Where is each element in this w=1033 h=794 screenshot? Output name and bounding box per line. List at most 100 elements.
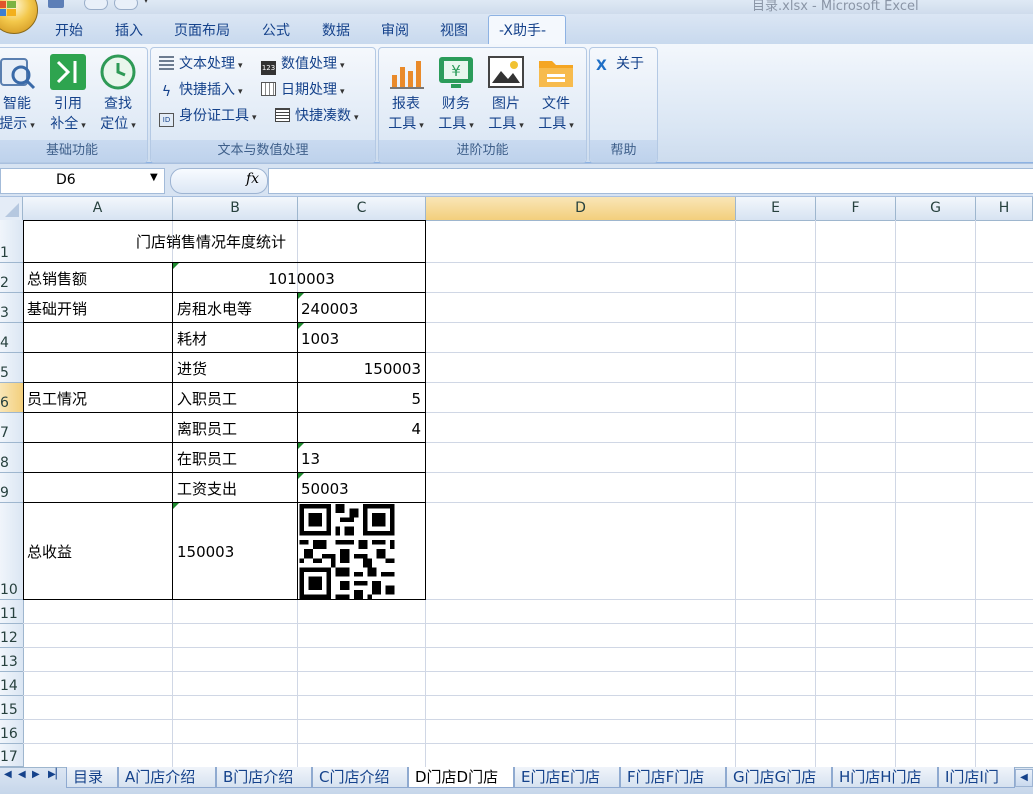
find-locate-button[interactable]: 查找 定位 ▾ bbox=[88, 94, 148, 136]
tab-insert[interactable]: 插入 bbox=[115, 20, 143, 40]
qat-dropdown-icon[interactable]: ▾ bbox=[144, 0, 152, 8]
about-button[interactable]: X 关于 bbox=[596, 53, 644, 73]
id-card-tool-button[interactable]: ID 身份证工具 ▾ bbox=[159, 105, 257, 127]
row-header-16[interactable]: 16 bbox=[0, 720, 23, 744]
next-sheet-icon[interactable]: ▶ bbox=[32, 769, 40, 780]
sheet-tab-index[interactable]: 目录 bbox=[66, 767, 118, 788]
column-header-g[interactable]: G bbox=[896, 197, 976, 220]
formula-input[interactable] bbox=[268, 168, 1033, 194]
text-process-button[interactable]: 文本处理 ▾ bbox=[159, 53, 243, 73]
tab-formulas[interactable]: 公式 bbox=[262, 20, 290, 40]
office-logo-icon bbox=[0, 1, 17, 17]
select-all-button[interactable] bbox=[0, 197, 23, 220]
row-header-17[interactable]: 17 bbox=[0, 744, 23, 767]
column-header-a[interactable]: A bbox=[23, 197, 173, 220]
sheet-tab-f[interactable]: F门店F门店 bbox=[620, 767, 726, 788]
group-title-basic: 基础功能 bbox=[0, 140, 147, 162]
date-process-button[interactable]: 日期处理 ▾ bbox=[261, 79, 345, 99]
file-tool-button[interactable]: 文件 工具 ▾ bbox=[526, 94, 586, 136]
sheet-tab-e[interactable]: E门店E门店 bbox=[514, 767, 620, 788]
qr-code-image[interactable] bbox=[299, 504, 395, 599]
row-header-3[interactable]: 3 bbox=[0, 293, 23, 323]
cell-c8[interactable]: 13 bbox=[301, 450, 320, 468]
cell-c7[interactable]: 4 bbox=[411, 420, 421, 438]
quick-insert-button[interactable]: ϟ 快捷插入 ▾ bbox=[159, 79, 243, 99]
svg-text:¥: ¥ bbox=[451, 62, 461, 80]
prev-sheet-icon[interactable]: ◀ bbox=[18, 769, 26, 780]
tab-x-assistant[interactable]: -X助手- bbox=[499, 20, 546, 40]
row-header-15[interactable]: 15 bbox=[0, 696, 23, 720]
sheet-tab-d-active[interactable]: D门店D门店 bbox=[408, 767, 514, 788]
cell-a10[interactable]: 总收益 bbox=[27, 543, 72, 561]
cell-a1-title[interactable]: 门店销售情况年度统计 bbox=[136, 233, 286, 251]
row-header-11[interactable]: 11 bbox=[0, 600, 23, 624]
sheet-tab-i[interactable]: I门店I门 bbox=[938, 767, 1015, 788]
row-header-7[interactable]: 7 bbox=[0, 413, 23, 443]
save-icon[interactable] bbox=[48, 0, 64, 8]
cell-b5[interactable]: 进货 bbox=[177, 360, 207, 378]
column-header-d[interactable]: D bbox=[426, 197, 736, 220]
insert-function-icon[interactable]: fx bbox=[246, 171, 259, 187]
cell-a2[interactable]: 总销售额 bbox=[27, 270, 87, 288]
row-header-1[interactable]: 1 bbox=[0, 220, 23, 263]
tab-view[interactable]: 视图 bbox=[440, 20, 468, 40]
lightning-icon: ϟ bbox=[161, 84, 172, 100]
column-header-c[interactable]: C bbox=[298, 197, 426, 220]
cell-b6[interactable]: 入职员工 bbox=[177, 390, 237, 408]
tab-home[interactable]: 开始 bbox=[55, 20, 83, 40]
row-header-10[interactable]: 10 bbox=[0, 503, 23, 600]
cell-b8[interactable]: 在职员工 bbox=[177, 450, 237, 468]
cell-c3[interactable]: 240003 bbox=[301, 300, 358, 318]
cell-b3[interactable]: 房租水电等 bbox=[177, 300, 252, 318]
tab-page-layout[interactable]: 页面布局 bbox=[174, 20, 230, 40]
cell-b9[interactable]: 工资支出 bbox=[177, 480, 237, 498]
sheet-tab-a[interactable]: A门店介绍 bbox=[118, 767, 216, 788]
name-box[interactable] bbox=[0, 168, 165, 194]
last-sheet-icon[interactable]: ▶▏ bbox=[48, 769, 63, 780]
cell-c6[interactable]: 5 bbox=[411, 390, 421, 408]
tab-data[interactable]: 数据 bbox=[322, 20, 350, 40]
row-header-12[interactable]: 12 bbox=[0, 624, 23, 648]
folder-icon bbox=[539, 61, 573, 87]
first-sheet-icon[interactable]: ◀ bbox=[4, 769, 12, 780]
yen-monitor-icon: ¥ bbox=[439, 57, 473, 88]
row-header-5[interactable]: 5 bbox=[0, 353, 23, 383]
number-process-button[interactable]: 123 数值处理 ▾ bbox=[261, 53, 345, 75]
name-box-value: D6 bbox=[56, 172, 76, 188]
undo-icon[interactable] bbox=[84, 0, 108, 10]
row-header-9[interactable]: 9 bbox=[0, 473, 23, 503]
cell-b7[interactable]: 离职员工 bbox=[177, 420, 237, 438]
cell-c5[interactable]: 150003 bbox=[364, 360, 421, 378]
sheet-tab-g[interactable]: G门店G门店 bbox=[726, 767, 832, 788]
sheet-tab-h[interactable]: H门店H门店 bbox=[832, 767, 938, 788]
quick-sum-button[interactable]: 快捷凑数 ▾ bbox=[275, 105, 359, 125]
group-help: X 关于 帮助 bbox=[589, 47, 658, 163]
cell-b10[interactable]: 150003 bbox=[177, 543, 234, 561]
error-indicator-c9 bbox=[298, 473, 304, 479]
tab-review[interactable]: 审阅 bbox=[381, 20, 409, 40]
group-title-text-number: 文本与数值处理 bbox=[151, 140, 375, 162]
cell-a3[interactable]: 基础开销 bbox=[27, 300, 87, 318]
row-header-13[interactable]: 13 bbox=[0, 648, 23, 672]
cell-c9[interactable]: 50003 bbox=[301, 480, 349, 498]
row-header-14[interactable]: 14 bbox=[0, 672, 23, 696]
sheet-tab-b[interactable]: B门店介绍 bbox=[216, 767, 312, 788]
row-header-4[interactable]: 4 bbox=[0, 323, 23, 353]
column-header-h[interactable]: H bbox=[976, 197, 1033, 220]
redo-icon[interactable] bbox=[114, 0, 138, 10]
sheet-tab-c[interactable]: C门店介绍 bbox=[312, 767, 408, 788]
row-header-6[interactable]: 6 bbox=[0, 383, 23, 413]
column-header-b[interactable]: B bbox=[173, 197, 298, 220]
row-header-2[interactable]: 2 bbox=[0, 263, 23, 293]
cell-b2[interactable]: 1010003 bbox=[268, 270, 335, 288]
column-header-e[interactable]: E bbox=[736, 197, 816, 220]
row-header-8[interactable]: 8 bbox=[0, 443, 23, 473]
cell-b4[interactable]: 耗材 bbox=[177, 330, 207, 348]
id-card-icon: ID bbox=[159, 113, 174, 127]
cell-a6[interactable]: 员工情况 bbox=[27, 390, 87, 408]
target-clock-icon bbox=[100, 54, 136, 90]
name-box-dropdown-icon[interactable]: ▼ bbox=[150, 172, 158, 183]
scroll-left-icon[interactable]: ◀ bbox=[1015, 769, 1033, 787]
cell-c4[interactable]: 1003 bbox=[301, 330, 339, 348]
column-header-f[interactable]: F bbox=[816, 197, 896, 220]
